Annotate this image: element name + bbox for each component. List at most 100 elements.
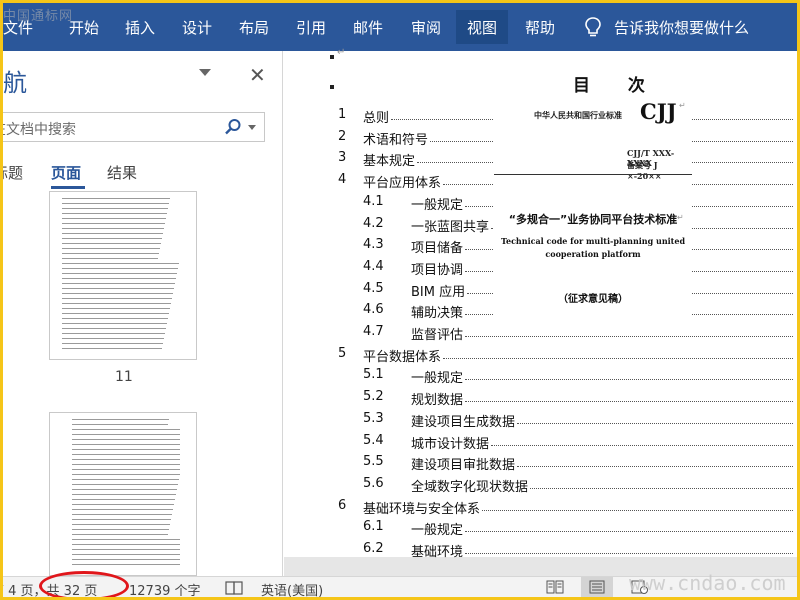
toc-entry-title: 一般规定	[411, 523, 464, 538]
toc-entry-title: 基础环境与安全体系	[363, 502, 481, 517]
toc-entry-title: 监督评估	[411, 328, 464, 343]
nav-close-icon[interactable]: ✕	[249, 63, 266, 87]
nav-pane-title: 导航	[2, 69, 27, 97]
toc-entry-number: 3	[338, 150, 347, 165]
toc-entry-title: 辅助决策	[411, 306, 464, 321]
read-mode-icon[interactable]	[546, 580, 564, 594]
cover-title-english: Technical code for multi-planning united…	[500, 236, 686, 259]
toc-entry[interactable]: 5 平台数据体系	[3, 346, 797, 366]
cover-title-chinese: “多规合一”业务协同平台技术标准	[508, 213, 678, 226]
toc-entry-title: 建设项目审批数据	[411, 458, 516, 473]
paragraph-mark: ↵	[337, 47, 346, 58]
toc-entry-title: 术语和符号	[363, 133, 429, 148]
cover-divider	[494, 174, 692, 175]
toc-entry-title: 一般规定	[411, 371, 464, 386]
toc-leader-dots	[465, 379, 793, 380]
toc-entry-number: 5.1	[363, 367, 384, 382]
toc-entry-number: 4.6	[363, 302, 384, 317]
toc-entry-number: 2	[338, 129, 347, 144]
lightbulb-icon	[585, 17, 601, 37]
toc-entry-title: 平台应用体系	[363, 176, 442, 191]
toc-entry[interactable]: 5.5 建设项目审批数据	[3, 454, 797, 474]
toc-entry-number: 4.2	[363, 216, 384, 231]
toc-entry-title: 建设项目生成数据	[411, 415, 516, 430]
toc-entry-number: 1	[338, 107, 347, 122]
toc-leader-dots	[491, 445, 793, 446]
tab-review[interactable]: 审阅	[411, 17, 441, 38]
toc-entry-number: 5.6	[363, 476, 384, 491]
toc-entry[interactable]: 4.7 监督评估	[3, 324, 797, 344]
toc-entry-title: 基本规定	[363, 154, 416, 169]
paragraph-mark: ↵	[677, 213, 684, 222]
word-window: 中国通标网 文件 开始 插入 设计 布局 引用 邮件 审阅 视图 帮助 告诉我你…	[0, 0, 800, 600]
status-word-count[interactable]: 12739 个字	[129, 580, 201, 597]
toc-entry-title: 平台数据体系	[363, 350, 442, 365]
toc-entry-number: 6.2	[363, 541, 384, 556]
toc-leader-dots	[530, 488, 793, 489]
tab-insert[interactable]: 插入	[125, 17, 155, 38]
print-layout-icon[interactable]	[588, 580, 606, 594]
toc-entry-title: 城市设计数据	[411, 437, 490, 452]
thumbnail-text-line	[72, 474, 180, 475]
toc-entry-number: 5.5	[363, 454, 384, 469]
toc-entry-title: 一般规定	[411, 198, 464, 213]
tab-help[interactable]: 帮助	[525, 17, 555, 38]
toc-leader-dots	[465, 531, 793, 532]
toc-leader-dots	[517, 466, 793, 467]
ribbon-tab-bar: 中国通标网 文件 开始 插入 设计 布局 引用 邮件 审阅 视图 帮助 告诉我你…	[3, 3, 797, 51]
watermark-bottom: www.cndao.com	[629, 571, 786, 595]
proofing-book-icon[interactable]	[225, 581, 243, 595]
cover-page-overlay: 中华人民共和国行业标准 CJJ ↵ CJJ/T XXX-XXXX 备案号 J ×…	[494, 93, 692, 317]
toc-leader-dots	[465, 401, 793, 402]
toc-entry-number: 5.2	[363, 389, 384, 404]
toc-entry-title: 项目储备	[411, 241, 464, 256]
toc-entry[interactable]: 5.3 建设项目生成数据	[3, 411, 797, 431]
toc-entry[interactable]: 5.6 全域数字化现状数据	[3, 476, 797, 496]
toc-entry[interactable]: 6.1 一般规定	[3, 519, 797, 539]
toc-entry-title: 规划数据	[411, 393, 464, 408]
toc-entry[interactable]: 5.2 规划数据	[3, 389, 797, 409]
toc-entry-title: 一张蓝图共享	[411, 220, 490, 235]
status-language[interactable]: 英语(美国)	[261, 580, 323, 597]
toc-entry-title: BIM 应用	[411, 285, 466, 300]
toc-leader-dots	[482, 510, 793, 511]
red-highlight-ellipse	[39, 571, 129, 597]
toc-entry[interactable]: 6.2 基础环境	[3, 541, 797, 561]
toc-entry-title: 项目协调	[411, 263, 464, 278]
toc-entry-number: 4.3	[363, 237, 384, 252]
cover-org-name: 中华人民共和国行业标准	[534, 110, 622, 120]
tab-references[interactable]: 引用	[296, 17, 326, 38]
toc-entry-number: 5.4	[363, 433, 384, 448]
thumbnail-text-line	[72, 564, 180, 565]
toc-entry[interactable]: 5.4 城市设计数据	[3, 433, 797, 453]
toc-leader-dots	[443, 358, 793, 359]
thumbnail-text-line	[72, 539, 180, 540]
paragraph-mark: ↵	[679, 101, 686, 110]
toc-entry-number: 6.1	[363, 519, 384, 534]
toc-entry[interactable]: 6 基础环境与安全体系	[3, 498, 797, 518]
tab-home[interactable]: 开始	[69, 17, 99, 38]
bullet-marker	[330, 85, 334, 89]
cover-draft-note: （征求意见稿）	[558, 294, 628, 305]
toc-entry-number: 4	[338, 172, 347, 187]
toc-entry[interactable]: 5.1 一般规定	[3, 367, 797, 387]
toc-entry-title: 全域数字化现状数据	[411, 480, 529, 495]
tab-layout[interactable]: 布局	[239, 17, 269, 38]
toc-entry-number: 5.3	[363, 411, 384, 426]
toc-entry-number: 4.1	[363, 194, 384, 209]
tab-mailings[interactable]: 邮件	[353, 17, 383, 38]
cover-standard-mark: CJJ	[640, 99, 677, 124]
bullet-marker	[330, 55, 334, 59]
toc-leader-dots	[465, 336, 793, 337]
toc-entry-title: 总则	[363, 111, 390, 126]
tab-view[interactable]: 视图	[456, 10, 509, 44]
tell-me-search[interactable]: 告诉我你想要做什么	[614, 17, 749, 38]
toc-entry-title: 基础环境	[411, 545, 464, 560]
toc-entry-number: 4.7	[363, 324, 384, 339]
toc-leader-dots	[517, 423, 793, 424]
toc-entry-number: 6	[338, 498, 347, 513]
tab-design[interactable]: 设计	[182, 17, 212, 38]
nav-options-chevron-down-icon[interactable]	[199, 69, 211, 76]
tab-file[interactable]: 文件	[3, 17, 33, 38]
toc-entry-number: 4.5	[363, 281, 384, 296]
